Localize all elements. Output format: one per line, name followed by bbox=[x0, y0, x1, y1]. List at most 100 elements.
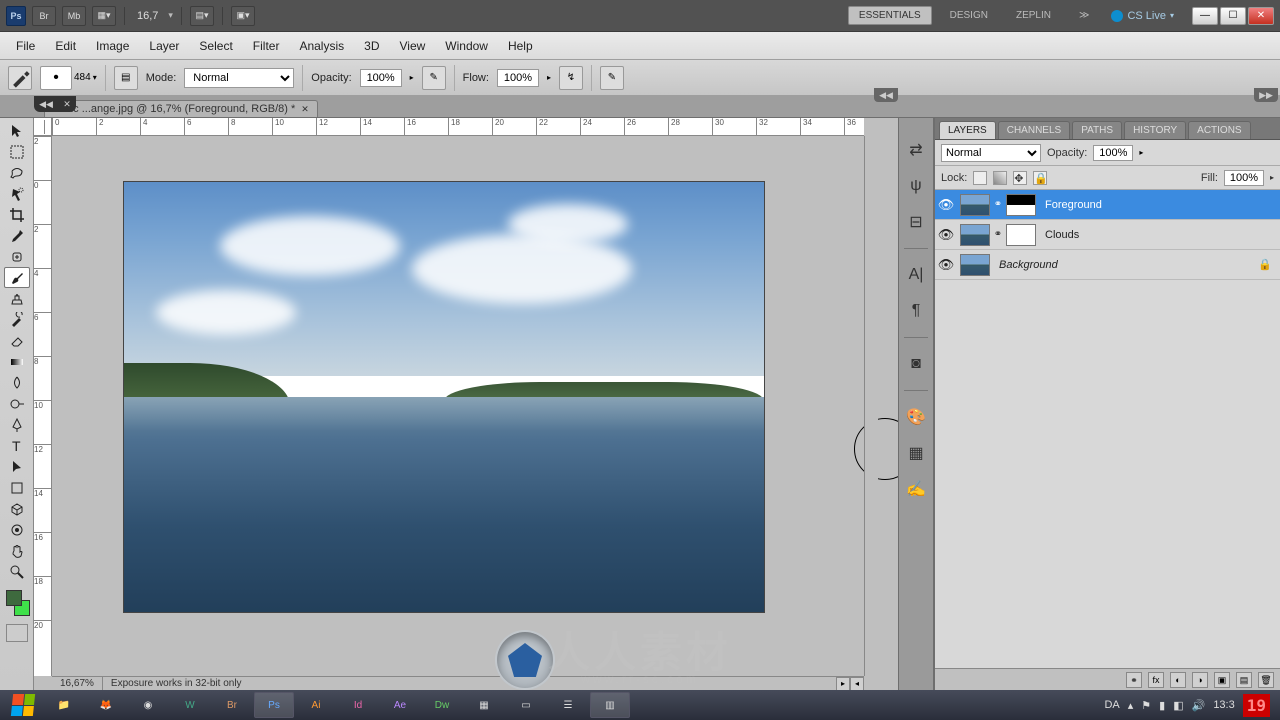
tray-volume-icon[interactable]: 🔊 bbox=[1192, 699, 1206, 712]
paragraph-panel-icon[interactable]: ¶ bbox=[904, 299, 928, 323]
horizontal-ruler[interactable]: 024681012141618202224262830323436 bbox=[52, 118, 864, 136]
document-tab[interactable]: basic ...ange.jpg @ 16,7% (Foreground, R… bbox=[44, 100, 318, 117]
menu-view[interactable]: View bbox=[391, 35, 433, 57]
menu-filter[interactable]: Filter bbox=[245, 35, 288, 57]
layer-row[interactable]: 👁⚭Foreground bbox=[935, 190, 1280, 220]
taskbar-app-indesign[interactable]: Id bbox=[338, 692, 378, 718]
menu-edit[interactable]: Edit bbox=[47, 35, 84, 57]
taskbar-app-firefox[interactable]: 🦊 bbox=[86, 692, 126, 718]
zoom-tool[interactable] bbox=[4, 561, 30, 582]
taskbar-app-photoshop[interactable]: Ps bbox=[254, 692, 294, 718]
document-canvas[interactable] bbox=[124, 182, 764, 612]
crop-tool[interactable] bbox=[4, 204, 30, 225]
taskbar-app-explorer[interactable]: 📁 bbox=[44, 692, 84, 718]
clone-stamp-tool[interactable] bbox=[4, 288, 30, 309]
bridge-button[interactable]: Br bbox=[32, 6, 56, 26]
fill-input[interactable] bbox=[1224, 170, 1264, 186]
layer-mask-thumbnail[interactable] bbox=[1006, 224, 1036, 246]
brush-presets-panel-icon[interactable]: ✍ bbox=[904, 477, 928, 501]
minibridge-button[interactable]: Mb bbox=[62, 6, 86, 26]
layer-opacity-input[interactable] bbox=[1093, 145, 1133, 161]
taskbar-app-bridge[interactable]: Br bbox=[212, 692, 252, 718]
menu-file[interactable]: File bbox=[8, 35, 43, 57]
panel-tab-channels[interactable]: CHANNELS bbox=[998, 121, 1070, 139]
pen-tool[interactable] bbox=[4, 414, 30, 435]
layer-group-icon[interactable]: ▣ bbox=[1214, 672, 1230, 688]
brush-preset-picker[interactable]: • bbox=[40, 66, 72, 90]
cs-live-button[interactable]: CS Live▾ bbox=[1105, 10, 1180, 22]
healing-brush-tool[interactable] bbox=[4, 246, 30, 267]
screen-mode-button[interactable]: ▣▾ bbox=[231, 6, 255, 26]
menu-select[interactable]: Select bbox=[191, 35, 240, 57]
panel-tab-history[interactable]: HISTORY bbox=[1124, 121, 1186, 139]
taskbar-app-generic2[interactable]: ▭ bbox=[506, 692, 546, 718]
ruler-origin[interactable] bbox=[34, 118, 52, 136]
3d-camera-tool[interactable] bbox=[4, 519, 30, 540]
view-extras-button[interactable]: ▤▾ bbox=[190, 6, 214, 26]
mask-link-icon[interactable]: ⚭ bbox=[993, 229, 1003, 240]
panel-tab-layers[interactable]: LAYERS bbox=[939, 121, 996, 139]
gradient-tool[interactable] bbox=[4, 351, 30, 372]
menu-help[interactable]: Help bbox=[500, 35, 541, 57]
taskbar-app-generic1[interactable]: ▦ bbox=[464, 692, 504, 718]
lock-transparent-icon[interactable] bbox=[973, 171, 987, 185]
panel-tab-paths[interactable]: PATHS bbox=[1072, 121, 1122, 139]
layer-name[interactable]: Foreground bbox=[1039, 199, 1102, 211]
marquee-tool[interactable] bbox=[4, 141, 30, 162]
layer-blend-mode-select[interactable]: Normal bbox=[941, 144, 1041, 162]
blur-tool[interactable] bbox=[4, 372, 30, 393]
blend-mode-select[interactable]: Normal bbox=[184, 68, 294, 88]
menu-3d[interactable]: 3D bbox=[356, 35, 387, 57]
adjustments-panel-icon[interactable]: ⇄ bbox=[904, 138, 928, 162]
toolbox-collapse-flap[interactable]: ◀◀✕ bbox=[34, 96, 76, 112]
tray-network-icon[interactable]: ▮ bbox=[1159, 699, 1165, 712]
start-button[interactable] bbox=[4, 692, 42, 718]
styles-panel-icon[interactable]: ⊟ bbox=[904, 210, 928, 234]
shape-tool[interactable] bbox=[4, 477, 30, 498]
panel-tab-actions[interactable]: ACTIONS bbox=[1188, 121, 1250, 139]
menu-layer[interactable]: Layer bbox=[141, 35, 187, 57]
opacity-input[interactable] bbox=[360, 69, 402, 87]
layer-thumbnail[interactable] bbox=[960, 194, 990, 216]
history-brush-tool[interactable] bbox=[4, 309, 30, 330]
new-layer-icon[interactable]: ▤ bbox=[1236, 672, 1252, 688]
color-swatches[interactable] bbox=[4, 588, 30, 616]
panel-collapse-flap[interactable]: ▶▶ bbox=[1254, 88, 1278, 102]
layer-row[interactable]: 👁Background🔒 bbox=[935, 250, 1280, 280]
navigator-panel-icon[interactable]: ◙ bbox=[904, 352, 928, 376]
taskbar-app-generic3[interactable]: ☰ bbox=[548, 692, 588, 718]
layer-visibility-icon[interactable]: 👁 bbox=[935, 197, 957, 213]
zoom-readout[interactable]: 16,67% bbox=[52, 677, 103, 690]
vertical-ruler[interactable]: 202468101214161820 bbox=[34, 136, 52, 676]
close-button[interactable]: ✕ bbox=[1248, 7, 1274, 25]
tray-action-icon[interactable]: ◧ bbox=[1173, 699, 1183, 712]
tray-flag-icon[interactable]: ⚑ bbox=[1141, 699, 1151, 712]
menu-analysis[interactable]: Analysis bbox=[291, 35, 352, 57]
layer-thumbnail[interactable] bbox=[960, 254, 990, 276]
hand-tool[interactable] bbox=[4, 540, 30, 561]
taskbar-app-dreamweaver[interactable]: Dw bbox=[422, 692, 462, 718]
arrange-docs-button[interactable]: ▦▾ bbox=[92, 6, 116, 26]
eraser-tool[interactable] bbox=[4, 330, 30, 351]
workspace-zeplin[interactable]: ZEPLIN bbox=[1006, 7, 1061, 24]
tablet-size-button[interactable]: ✎ bbox=[600, 66, 624, 90]
taskbar-app-generic4[interactable]: ▥ bbox=[590, 692, 630, 718]
layer-style-icon[interactable]: fx bbox=[1148, 672, 1164, 688]
tool-preset-picker[interactable] bbox=[8, 66, 32, 90]
menu-image[interactable]: Image bbox=[88, 35, 137, 57]
workspace-essentials[interactable]: ESSENTIALS bbox=[848, 6, 932, 25]
layer-mask-thumbnail[interactable] bbox=[1006, 194, 1036, 216]
lock-pixels-icon[interactable] bbox=[993, 171, 1007, 185]
layer-thumbnail[interactable] bbox=[960, 224, 990, 246]
tray-lang[interactable]: DA bbox=[1104, 699, 1119, 711]
character-panel-icon[interactable]: A| bbox=[904, 263, 928, 287]
delete-layer-icon[interactable]: 🗑 bbox=[1258, 672, 1274, 688]
tray-clock[interactable]: 13:3 bbox=[1213, 699, 1234, 711]
dock-collapse-flap[interactable]: ◀◀ bbox=[874, 88, 898, 102]
layer-mask-icon[interactable]: ◐ bbox=[1170, 672, 1186, 688]
layer-name[interactable]: Clouds bbox=[1039, 229, 1079, 241]
taskbar-app-word[interactable]: W bbox=[170, 692, 210, 718]
move-tool[interactable] bbox=[4, 120, 30, 141]
taskbar-app-aftereffects[interactable]: Ae bbox=[380, 692, 420, 718]
adjustment-layer-icon[interactable]: ◑ bbox=[1192, 672, 1208, 688]
